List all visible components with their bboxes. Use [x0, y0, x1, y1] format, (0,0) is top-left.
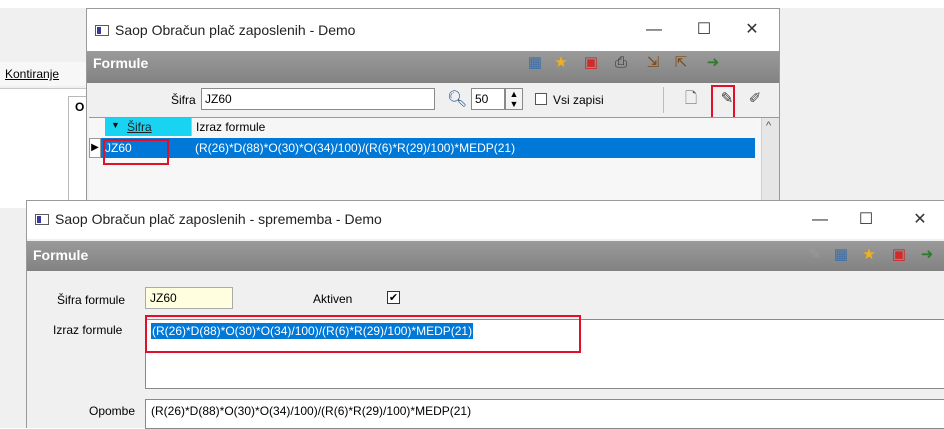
- new-record-icon[interactable]: 🗋: [681, 89, 701, 109]
- window-title: Saop Obračun plač zaposlenih - sprememba…: [55, 211, 382, 227]
- favorite-star-icon[interactable]: ★: [551, 53, 571, 73]
- maximize-button[interactable]: ☐: [681, 14, 727, 46]
- row-indicator-icon: ▶: [89, 138, 101, 158]
- table-view-icon[interactable]: ▦: [525, 53, 545, 73]
- minimize-button[interactable]: —: [797, 204, 843, 236]
- formulas-list-window: Saop Obračun plač zaposlenih - Demo — ☐ …: [86, 8, 780, 208]
- row-formula-cell[interactable]: (R(26)*D(88)*O(30)*O(34)/100)/(R(6)*R(29…: [195, 141, 515, 155]
- minimize-button[interactable]: —: [631, 14, 677, 46]
- filter-code-label: Šifra: [171, 93, 196, 107]
- app-window-icon: [95, 25, 109, 36]
- column-header-formula[interactable]: Izraz formule: [191, 118, 755, 136]
- favorite-star-icon[interactable]: ★: [859, 245, 879, 265]
- tab-kontiranje[interactable]: Kontiranje: [5, 67, 59, 81]
- all-records-checkbox[interactable]: [535, 93, 547, 105]
- notes-label: Opombe: [89, 404, 136, 418]
- print-icon[interactable]: ⎙: [611, 53, 631, 73]
- background-topbar: [0, 0, 944, 8]
- page-size-input[interactable]: 50: [471, 88, 505, 110]
- active-checkbox[interactable]: ✔: [387, 291, 400, 304]
- notes-value[interactable]: (R(26)*D(88)*O(30)*O(34)/100)/(R(6)*R(29…: [151, 404, 471, 418]
- search-icon[interactable]: 🔍︎: [447, 89, 467, 109]
- formula-code-label: Šifra formule: [57, 293, 126, 307]
- delete-document-icon[interactable]: ▣: [889, 245, 909, 265]
- exit-icon[interactable]: ➜: [703, 53, 723, 73]
- toolbar-separator: [663, 87, 664, 113]
- section-header-title: Formule: [33, 247, 89, 263]
- maximize-button[interactable]: ☐: [843, 204, 889, 236]
- highlight-formula-expression: [145, 315, 581, 353]
- vertical-scrollbar[interactable]: ^: [761, 118, 779, 208]
- formula-edit-window: Saop Obračun plač zaposlenih - sprememba…: [26, 200, 944, 429]
- formulas-grid: Šifra ▼ Izraz formule ^ ▶ JZ60 (R(26)*D(…: [89, 117, 779, 208]
- section-header-title: Formule: [93, 55, 149, 71]
- export-icon[interactable]: ⇲: [643, 53, 663, 73]
- active-label: Aktiven: [313, 292, 353, 306]
- close-button[interactable]: ✕: [897, 204, 943, 236]
- window-title: Saop Obračun plač zaposlenih - Demo: [115, 22, 356, 38]
- close-button[interactable]: ✕: [729, 14, 775, 46]
- all-records-label: Vsi zapisi: [553, 93, 604, 107]
- window-titlebar[interactable]: Saop Obračun plač zaposlenih - sprememba…: [27, 201, 944, 239]
- page-size-spinner[interactable]: ▲ ▼: [505, 88, 523, 110]
- exit-icon[interactable]: ➜: [917, 245, 937, 265]
- highlight-row-code: [103, 139, 169, 165]
- formula-code-input[interactable]: JZ60: [145, 287, 233, 309]
- app-window-icon: [35, 214, 49, 225]
- formula-expression-label: Izraz formule: [53, 323, 123, 337]
- import-icon[interactable]: ⇱: [671, 53, 691, 73]
- delete-document-icon[interactable]: ▣: [581, 53, 601, 73]
- filter-code-input[interactable]: JZ60: [201, 88, 435, 110]
- scroll-up-icon[interactable]: ^: [766, 120, 771, 132]
- edit-disabled-icon: ✎: [808, 246, 822, 263]
- background-groupbox-label: O: [75, 100, 85, 114]
- sort-desc-icon: ▼: [111, 120, 120, 130]
- table-view-icon[interactable]: ▦: [831, 245, 851, 265]
- copy-record-icon[interactable]: ✐: [745, 89, 765, 109]
- window-titlebar[interactable]: Saop Obračun plač zaposlenih - Demo — ☐ …: [87, 9, 779, 51]
